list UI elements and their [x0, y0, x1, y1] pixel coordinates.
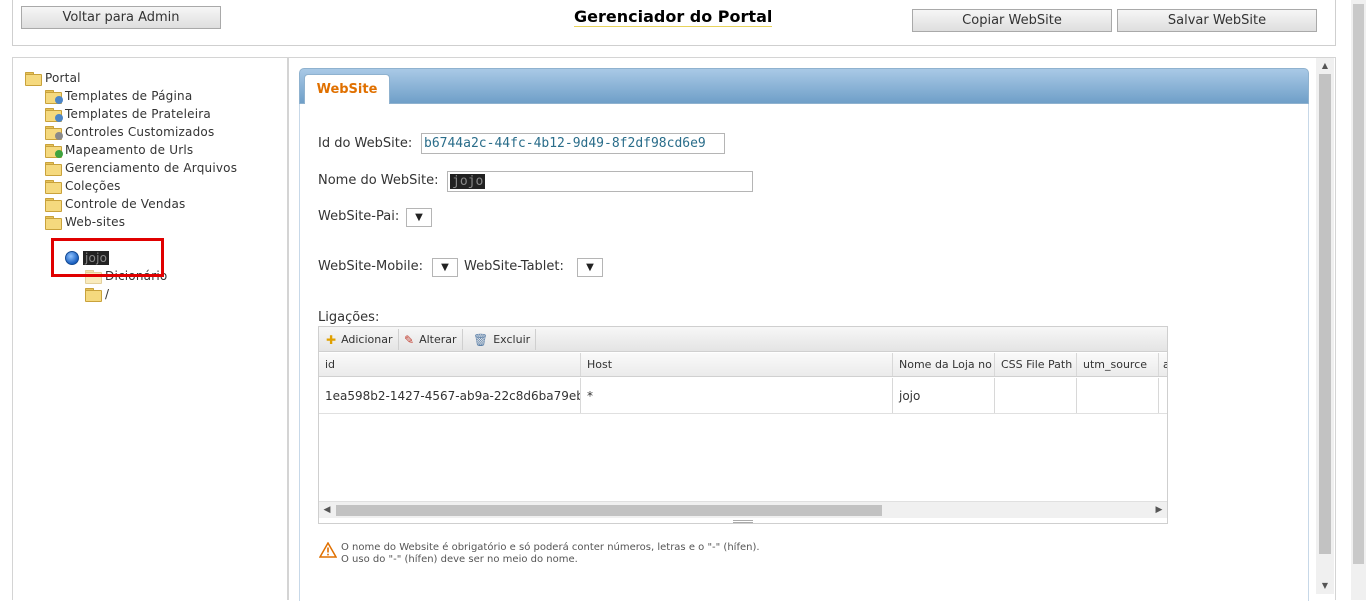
mobile-website-select[interactable]: ▼: [432, 258, 458, 277]
tree-item-label: Gerenciamento de Arquivos: [65, 161, 238, 175]
website-name-field[interactable]: jojo: [447, 171, 753, 192]
column-header-utm-source[interactable]: utm_source: [1077, 353, 1159, 376]
column-header-store-name[interactable]: Nome da Loja no LMS: [893, 353, 995, 376]
scroll-up-icon[interactable]: ▲: [1316, 59, 1334, 73]
website-id-field[interactable]: b6744a2c-44fc-4b12-9d49-8f2df98cd6e9: [421, 133, 725, 154]
grid-horizontal-scrollbar[interactable]: ◀ ▶: [319, 501, 1167, 518]
tree-item-label: Coleções: [65, 179, 121, 193]
folder-open-icon: [25, 72, 42, 86]
folder-open-icon: [45, 216, 62, 230]
warning-line-2: O uso do "-" (hífen) deve ser no meio do…: [341, 554, 578, 565]
tree-item-label: Controle de Vendas: [65, 197, 186, 211]
folder-icon: [45, 162, 62, 176]
mobile-website-label: WebSite-Mobile:: [318, 259, 424, 274]
delete-button-label: Excluir: [493, 333, 531, 346]
resize-grip-icon[interactable]: [733, 520, 753, 523]
grid-header: id Host Nome da Loja no LMS CSS File Pat…: [319, 353, 1167, 377]
cell-id: 1ea598b2-1427-4567-ab9a-22c8d6ba79eb: [319, 378, 581, 413]
tree-item-file-management[interactable]: Gerenciamento de Arquivos: [45, 159, 237, 177]
tree-item-sales-control[interactable]: Controle de Vendas: [45, 195, 185, 213]
table-row[interactable]: 1ea598b2-1427-4567-ab9a-22c8d6ba79eb * j…: [319, 378, 1167, 414]
warning-icon: [319, 542, 337, 558]
tree-root-label: Portal: [45, 71, 81, 85]
tree-item-label: /: [105, 287, 110, 301]
tree-item-label: Controles Customizados: [65, 125, 215, 139]
scroll-down-icon[interactable]: ▼: [1316, 579, 1334, 593]
delete-button[interactable]: 🗑 Excluir: [468, 329, 537, 350]
scroll-left-icon[interactable]: ◀: [321, 504, 333, 517]
tree-item-label: Templates de Prateleira: [65, 107, 211, 121]
folder-icon: [45, 198, 62, 212]
back-to-admin-button[interactable]: Voltar para Admin: [21, 6, 221, 29]
page-title: Gerenciador do Portal: [574, 7, 773, 27]
tree-item-url-mapping[interactable]: Mapeamento de Urls: [45, 141, 193, 159]
tab-bar: WebSite: [299, 68, 1309, 105]
selection-highlight-box: [51, 238, 164, 277]
tree-item-page-templates[interactable]: Templates de Página: [45, 87, 192, 105]
add-icon: ✚: [326, 332, 337, 347]
save-website-button[interactable]: Salvar WebSite: [1117, 9, 1317, 32]
tablet-website-label: WebSite-Tablet:: [464, 259, 564, 274]
template-folder-icon: [45, 90, 63, 104]
column-header-id[interactable]: id: [319, 353, 581, 376]
tree-item-collections[interactable]: Coleções: [45, 177, 121, 195]
validation-warning: O nome do Website é obrigatório e só pod…: [319, 542, 760, 566]
warning-line-1: O nome do Website é obrigatório e só pod…: [341, 542, 760, 553]
tree-root-portal[interactable]: Portal: [25, 69, 81, 87]
pencil-icon: ✎: [404, 332, 415, 347]
column-header-css-path[interactable]: CSS File Path: [995, 353, 1077, 376]
tree-item-websites[interactable]: Web-sites: [45, 213, 125, 231]
cell-extra: [1159, 378, 1167, 413]
tree-item-root-folder[interactable]: /: [85, 285, 109, 303]
scrollbar-thumb[interactable]: [336, 505, 882, 516]
add-button-label: Adicionar: [341, 333, 393, 346]
column-header-host[interactable]: Host: [581, 353, 893, 376]
tree-item-label: Web-sites: [65, 215, 126, 229]
tree-item-label: Mapeamento de Urls: [65, 143, 194, 157]
page-vertical-scrollbar[interactable]: [1351, 0, 1366, 600]
folder-icon: [45, 180, 62, 194]
website-name-label: Nome do WebSite:: [318, 173, 439, 188]
website-name-value: jojo: [450, 174, 486, 189]
custom-controls-folder-icon: [45, 126, 63, 140]
panel-vertical-scrollbar[interactable]: ▲ ▼: [1316, 58, 1334, 594]
scrollbar-thumb[interactable]: [1319, 74, 1331, 554]
links-grid: ✚ Adicionar ✎ Alterar 🗑 Excluir id Host …: [318, 326, 1168, 524]
cell-store-name: jojo: [893, 378, 995, 413]
copy-website-button[interactable]: Copiar WebSite: [912, 9, 1112, 32]
tree-item-custom-controls[interactable]: Controles Customizados: [45, 123, 214, 141]
shelf-template-folder-icon: [45, 108, 63, 122]
parent-website-select[interactable]: ▼: [406, 208, 432, 227]
parent-website-label: WebSite-Pai:: [318, 209, 400, 224]
tree-item-shelf-templates[interactable]: Templates de Prateleira: [45, 105, 211, 123]
cell-host: *: [581, 378, 893, 413]
scrollbar-thumb[interactable]: [1353, 4, 1364, 564]
url-mapping-folder-icon: [45, 144, 63, 158]
links-label: Ligações:: [318, 310, 380, 325]
folder-icon: [85, 288, 102, 302]
cell-utm-source: [1077, 378, 1159, 413]
cell-css-path: [995, 378, 1077, 413]
grid-toolbar: ✚ Adicionar ✎ Alterar 🗑 Excluir: [319, 327, 1167, 352]
column-header-extra[interactable]: a: [1159, 353, 1167, 376]
website-id-label: Id do WebSite:: [318, 136, 413, 151]
scroll-right-icon[interactable]: ▶: [1153, 504, 1165, 517]
tree-item-label: Templates de Página: [65, 89, 193, 103]
add-button[interactable]: ✚ Adicionar: [321, 329, 399, 350]
edit-button[interactable]: ✎ Alterar: [399, 329, 463, 350]
tab-website[interactable]: WebSite: [304, 74, 390, 105]
trash-icon: 🗑: [473, 332, 489, 347]
tablet-website-select[interactable]: ▼: [577, 258, 603, 277]
edit-button-label: Alterar: [419, 333, 457, 346]
